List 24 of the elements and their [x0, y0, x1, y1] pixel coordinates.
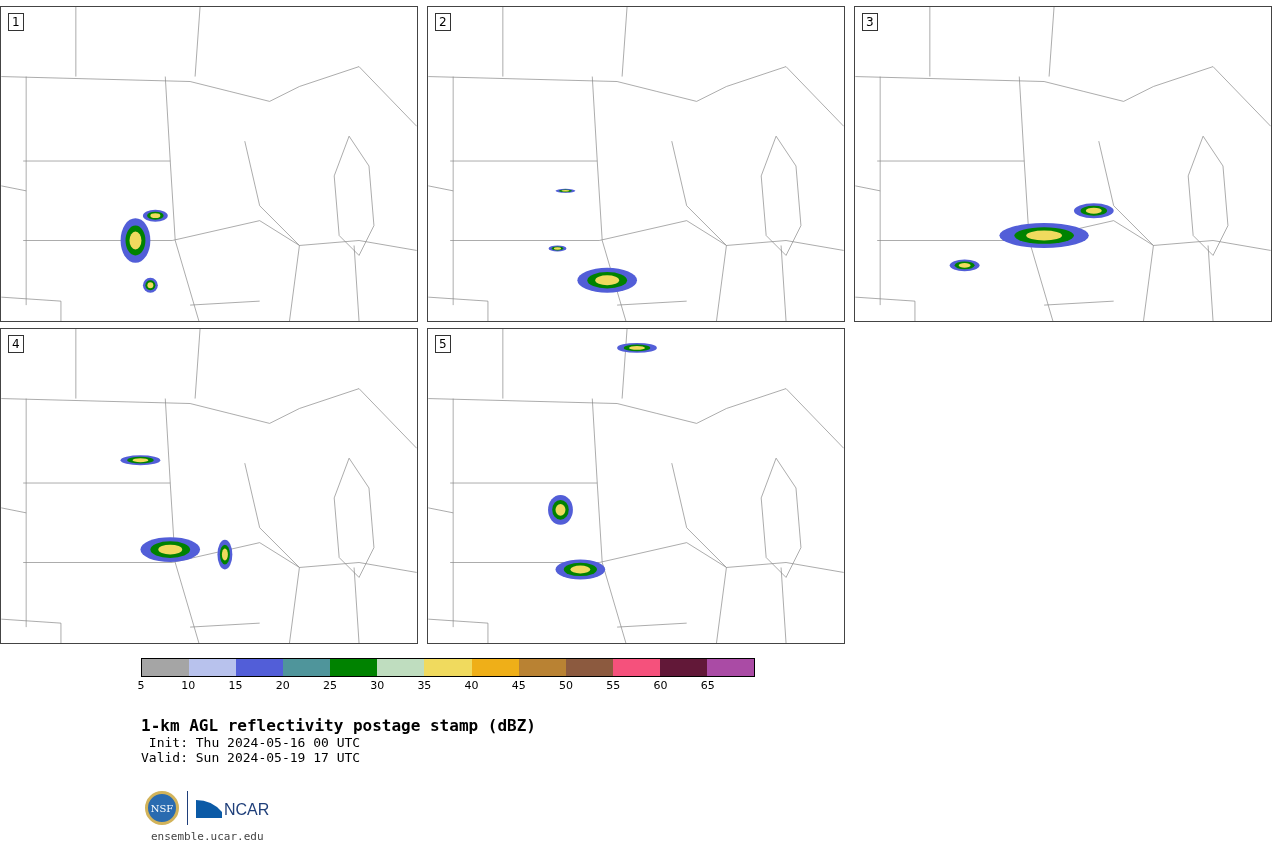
init-time: Init: Thu 2024-05-16 00 UTC [147, 735, 362, 750]
tick-label: 65 [700, 680, 715, 692]
tick-label: 20 [275, 680, 290, 692]
tick-label: 55 [606, 680, 621, 692]
tick-label: 40 [464, 680, 479, 692]
tick-label: 15 [228, 680, 243, 692]
member-number: 3 [862, 13, 878, 31]
tick-label: 30 [370, 680, 385, 692]
member-number: 2 [435, 13, 451, 31]
member-number: 1 [8, 13, 24, 31]
nsf-logo: NSF [145, 791, 179, 825]
member-number: 5 [435, 335, 451, 353]
tick-label: 25 [322, 680, 337, 692]
website-link[interactable]: ensemble.ucar.edu [151, 829, 264, 844]
tick-label: 50 [559, 680, 574, 692]
tick-label: 5 [137, 680, 145, 692]
tick-label: 60 [653, 680, 668, 692]
member-number: 4 [8, 335, 24, 353]
ncar-logo: NCAR [196, 798, 270, 818]
valid-time: Valid: Sun 2024-05-19 17 UTC [141, 750, 362, 765]
chart-title: 1-km AGL reflectivity postage stamp (dBZ) [141, 717, 537, 735]
tick-label: 10 [181, 680, 196, 692]
tick-label: 45 [511, 680, 526, 692]
tick-label: 35 [417, 680, 432, 692]
